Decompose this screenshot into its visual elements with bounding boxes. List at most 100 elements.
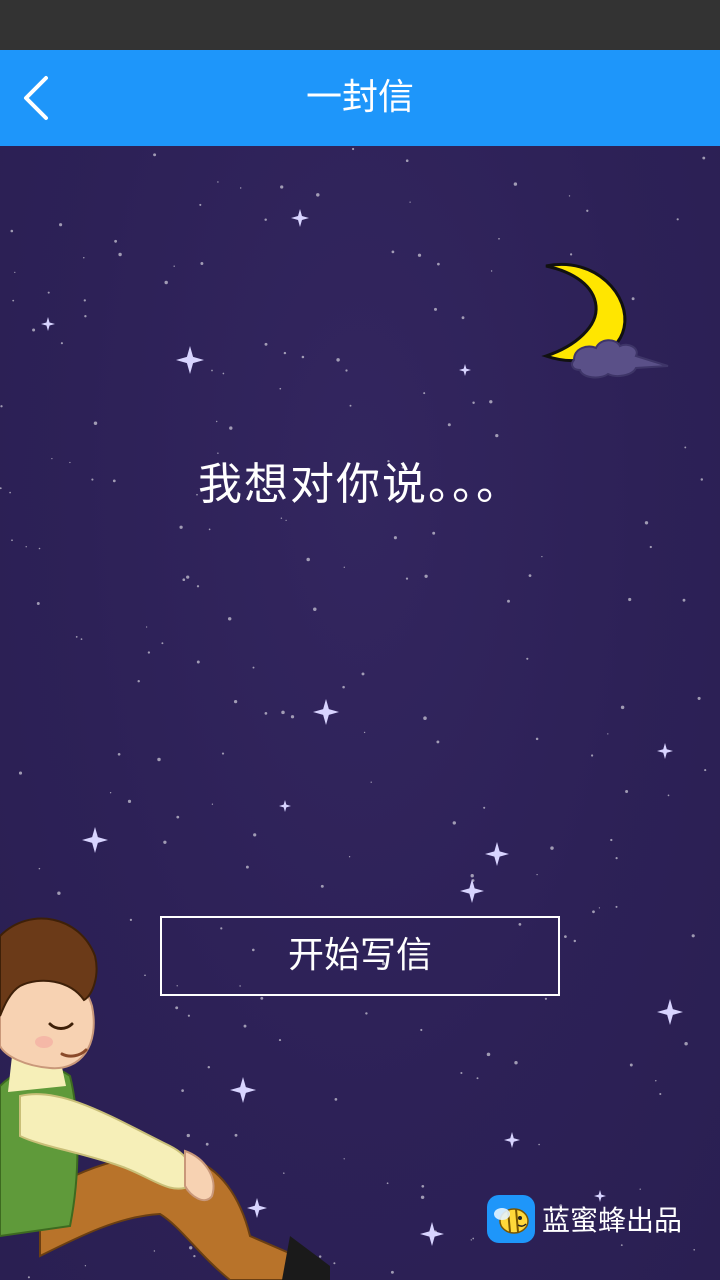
star-dot — [83, 299, 86, 302]
star-dot — [693, 1248, 696, 1251]
star-dot — [667, 794, 670, 797]
star-dot — [489, 400, 493, 404]
night-sky-background: 我想对你说。。。 开始写信 蓝蜜蜂出品 — [0, 146, 720, 1280]
star-dot — [285, 519, 287, 522]
star-dot — [390, 1270, 394, 1274]
star-dot — [320, 884, 324, 888]
star-dot — [145, 626, 148, 628]
star-dot — [336, 358, 340, 362]
star-dot — [229, 426, 233, 430]
star-dot — [550, 846, 554, 850]
star-dot — [84, 315, 87, 318]
star-dot — [363, 731, 366, 734]
star-dot — [437, 262, 440, 266]
star-dot — [676, 218, 679, 221]
sparkle-star-icon — [459, 364, 471, 376]
star-dot — [279, 387, 282, 390]
bee-logo-icon — [486, 1195, 535, 1243]
sparkle-star-icon — [41, 317, 55, 331]
star-dot — [222, 372, 225, 375]
star-dot — [498, 237, 500, 240]
star-dot — [393, 536, 397, 540]
star-dot — [10, 229, 14, 233]
star-dot — [682, 598, 686, 602]
star-dot — [280, 185, 284, 189]
star-dot — [176, 815, 180, 819]
star-dot — [196, 660, 200, 664]
star-dot — [697, 696, 701, 700]
star-dot — [417, 253, 422, 257]
star-dot — [434, 307, 437, 311]
back-button[interactable] — [14, 70, 70, 126]
star-dot — [186, 575, 190, 579]
star-dot — [423, 716, 427, 720]
star-dot — [495, 433, 499, 438]
star-dot — [702, 156, 706, 160]
status-bar — [0, 0, 720, 50]
star-dot — [32, 328, 36, 332]
star-dot — [352, 147, 355, 151]
sparkle-star-icon — [291, 209, 309, 227]
sparkle-star-icon — [657, 743, 673, 759]
star-dot — [513, 182, 518, 186]
star-dot — [264, 218, 267, 221]
star-dot — [161, 642, 164, 645]
star-dot — [47, 291, 50, 294]
star-dot — [629, 1063, 633, 1067]
star-dot — [239, 187, 242, 189]
star-dot — [137, 679, 140, 683]
star-dot — [252, 666, 255, 669]
star-dot — [564, 935, 567, 938]
star-dot — [615, 857, 618, 860]
boy-illustration — [0, 917, 330, 1280]
star-dot — [36, 602, 40, 605]
star-dot — [157, 757, 161, 762]
sparkle-star-icon — [485, 842, 509, 866]
star-dot — [573, 939, 577, 943]
sparkle-star-icon — [82, 827, 108, 853]
star-dot — [25, 546, 27, 548]
moon-icon — [541, 263, 669, 379]
star-dot — [386, 1182, 389, 1185]
star-dot — [568, 195, 571, 197]
star-dot — [196, 585, 200, 588]
star-dot — [486, 1052, 491, 1057]
sparkle-star-icon — [657, 999, 683, 1025]
star-dot — [649, 545, 652, 549]
star-dot — [424, 574, 428, 578]
star-dot — [423, 392, 426, 395]
star-dot — [460, 1071, 463, 1075]
star-dot — [476, 1077, 479, 1080]
star-dot — [644, 521, 649, 525]
star-dot — [420, 1195, 425, 1200]
star-dot — [117, 752, 121, 756]
star-dot — [313, 607, 317, 612]
star-dot — [147, 651, 151, 654]
sparkle-star-icon — [313, 699, 339, 725]
star-dot — [541, 555, 543, 558]
star-dot — [80, 638, 83, 640]
star-dot — [118, 252, 122, 257]
star-dot — [535, 737, 539, 741]
star-dot — [470, 874, 474, 878]
star-dot — [684, 1041, 688, 1046]
star-dot — [301, 355, 305, 359]
star-dot — [281, 710, 285, 715]
star-dot — [409, 201, 411, 203]
star-dot — [592, 910, 595, 914]
star-dot — [211, 369, 213, 372]
star-dot — [253, 833, 257, 837]
star-dot — [447, 423, 451, 427]
star-dot — [199, 203, 202, 206]
star-dot — [691, 934, 695, 938]
page-title: 一封信 — [305, 77, 414, 118]
star-dot — [625, 790, 629, 793]
star-dot — [75, 635, 78, 638]
star-dot — [83, 256, 85, 259]
star-dot — [349, 404, 352, 407]
star-dot — [655, 1080, 657, 1082]
brand-footer: 蓝蜜蜂出品 — [486, 1194, 682, 1244]
star-dot — [109, 792, 112, 794]
star-dot — [472, 401, 475, 404]
star-dot — [704, 769, 707, 772]
